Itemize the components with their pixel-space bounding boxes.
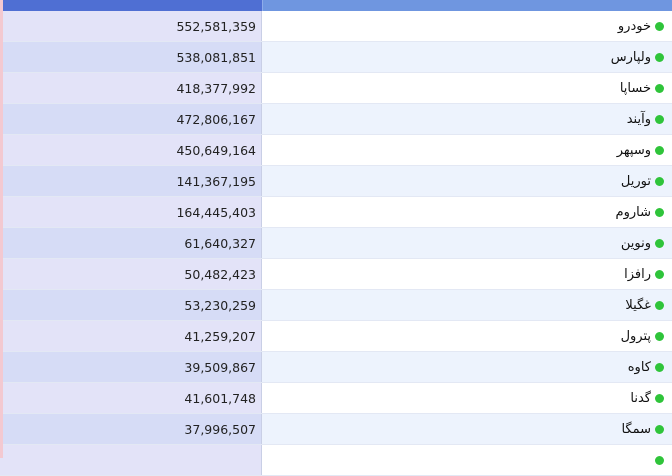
table-row[interactable]: 472,806,167 وآیند xyxy=(0,104,672,135)
value-cell: 53,230,259 xyxy=(0,290,262,320)
name-cell[interactable] xyxy=(262,445,672,475)
symbol-wrap: وآیند xyxy=(627,112,664,127)
symbol-wrap: شاروم xyxy=(616,205,664,220)
symbol-name: خساپا xyxy=(619,80,651,96)
name-cell[interactable]: غگیلا xyxy=(262,290,672,320)
value-cell: 472,806,167 xyxy=(0,104,262,134)
table-row[interactable]: 61,640,327 ونوین xyxy=(0,228,672,259)
table-row[interactable]: 50,482,423 رافزا xyxy=(0,259,672,290)
status-dot-icon xyxy=(655,145,664,155)
value-cell: 41,601,748 xyxy=(0,383,262,413)
name-cell[interactable]: ونوین xyxy=(262,228,672,258)
table-row[interactable]: 53,230,259 غگیلا xyxy=(0,290,672,321)
name-cell[interactable]: رافزا xyxy=(262,259,672,289)
table-header xyxy=(0,0,672,11)
symbol-wrap: ولپارس xyxy=(611,50,664,65)
status-dot-icon xyxy=(655,238,664,248)
symbol-name: خودرو xyxy=(617,18,651,34)
symbol-name: سمگا xyxy=(621,421,651,437)
table-row[interactable]: 37,996,507 سمگا xyxy=(0,414,672,445)
header-value-column[interactable] xyxy=(0,0,262,11)
status-dot-icon xyxy=(655,21,664,31)
symbol-wrap: خساپا xyxy=(620,81,664,96)
symbol-wrap: کاوه xyxy=(628,360,664,375)
name-cell[interactable]: گدنا xyxy=(262,383,672,413)
value-cell: 39,509,867 xyxy=(0,352,262,382)
symbol-name: غگیلا xyxy=(625,297,651,313)
symbol-name: شاروم xyxy=(615,204,651,220)
symbol-wrap: غگیلا xyxy=(625,298,664,313)
symbol-wrap: توریل xyxy=(621,174,664,189)
symbol-wrap: گدنا xyxy=(630,391,664,406)
symbol-wrap: خودرو xyxy=(618,19,664,34)
name-cell[interactable]: کاوه xyxy=(262,352,672,382)
table-row[interactable]: 552,581,359 خودرو xyxy=(0,11,672,42)
value-cell: 50,482,423 xyxy=(0,259,262,289)
symbol-name: ونوین xyxy=(620,235,651,251)
name-cell[interactable]: ولپارس xyxy=(262,42,672,72)
symbol-name: گدنا xyxy=(630,390,651,406)
stock-table: 552,581,359 خودرو 538,081,851 ولپارس 418,377… xyxy=(0,0,672,476)
table-row[interactable]: 39,509,867 کاوه xyxy=(0,352,672,383)
table-row[interactable]: 41,259,207 پترول xyxy=(0,321,672,352)
value-cell: 41,259,207 xyxy=(0,321,262,351)
table-row[interactable]: 164,445,403 شاروم xyxy=(0,197,672,228)
value-cell xyxy=(0,445,262,475)
status-dot-icon xyxy=(655,331,664,341)
value-cell: 164,445,403 xyxy=(0,197,262,227)
status-dot-icon xyxy=(655,269,664,279)
symbol-wrap: وسپهر xyxy=(617,143,664,158)
status-dot-icon xyxy=(655,207,664,217)
status-dot-icon xyxy=(655,362,664,372)
symbol-wrap: پترول xyxy=(621,329,664,344)
symbol-name: ولپارس xyxy=(610,49,651,65)
table-row[interactable]: 450,649,164 وسپهر xyxy=(0,135,672,166)
symbol-name: رافزا xyxy=(624,266,651,282)
value-cell: 450,649,164 xyxy=(0,135,262,165)
name-cell[interactable]: خساپا xyxy=(262,73,672,103)
table-row[interactable]: 418,377,992 خساپا xyxy=(0,73,672,104)
name-cell[interactable]: وسپهر xyxy=(262,135,672,165)
status-dot-icon xyxy=(655,114,664,124)
status-dot-icon xyxy=(655,176,664,186)
name-cell[interactable]: شاروم xyxy=(262,197,672,227)
table-row[interactable]: 141,367,195 توریل xyxy=(0,166,672,197)
status-dot-icon xyxy=(655,455,664,465)
left-edge-stripe xyxy=(0,0,3,458)
name-cell[interactable]: خودرو xyxy=(262,11,672,41)
value-cell: 141,367,195 xyxy=(0,166,262,196)
table-row[interactable] xyxy=(0,445,672,476)
status-dot-icon xyxy=(655,300,664,310)
name-cell[interactable]: سمگا xyxy=(262,414,672,444)
value-cell: 538,081,851 xyxy=(0,42,262,72)
symbol-wrap: ونوین xyxy=(621,236,664,251)
table-row[interactable]: 538,081,851 ولپارس xyxy=(0,42,672,73)
name-cell[interactable]: وآیند xyxy=(262,104,672,134)
value-cell: 552,581,359 xyxy=(0,11,262,41)
symbol-name: وسپهر xyxy=(616,142,651,158)
table-row[interactable]: 41,601,748 گدنا xyxy=(0,383,672,414)
symbol-wrap: رافزا xyxy=(624,267,664,282)
header-name-column[interactable] xyxy=(262,0,672,11)
status-dot-icon xyxy=(655,424,664,434)
name-cell[interactable]: توریل xyxy=(262,166,672,196)
status-dot-icon xyxy=(655,393,664,403)
status-dot-icon xyxy=(655,83,664,93)
table-body: 552,581,359 خودرو 538,081,851 ولپارس 418,377… xyxy=(0,11,672,476)
status-dot-icon xyxy=(655,52,664,62)
symbol-name: پترول xyxy=(620,328,651,344)
symbol-name: توریل xyxy=(620,173,651,189)
value-cell: 418,377,992 xyxy=(0,73,262,103)
value-cell: 37,996,507 xyxy=(0,414,262,444)
symbol-name: کاوه xyxy=(627,359,651,375)
name-cell[interactable]: پترول xyxy=(262,321,672,351)
symbol-wrap xyxy=(651,455,664,465)
value-cell: 61,640,327 xyxy=(0,228,262,258)
symbol-wrap: سمگا xyxy=(621,422,664,437)
symbol-name: وآیند xyxy=(626,111,651,127)
